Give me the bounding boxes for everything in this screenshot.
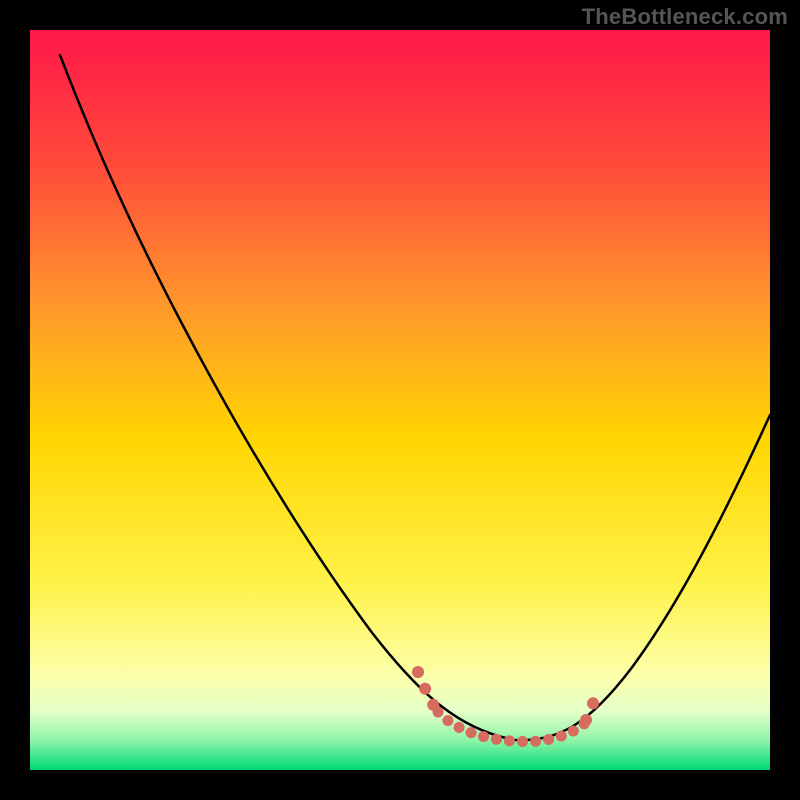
watermark-text: TheBottleneck.com — [582, 4, 788, 30]
gradient-background — [30, 30, 770, 770]
chart-plot-area — [30, 30, 770, 770]
chart-svg — [30, 30, 770, 770]
